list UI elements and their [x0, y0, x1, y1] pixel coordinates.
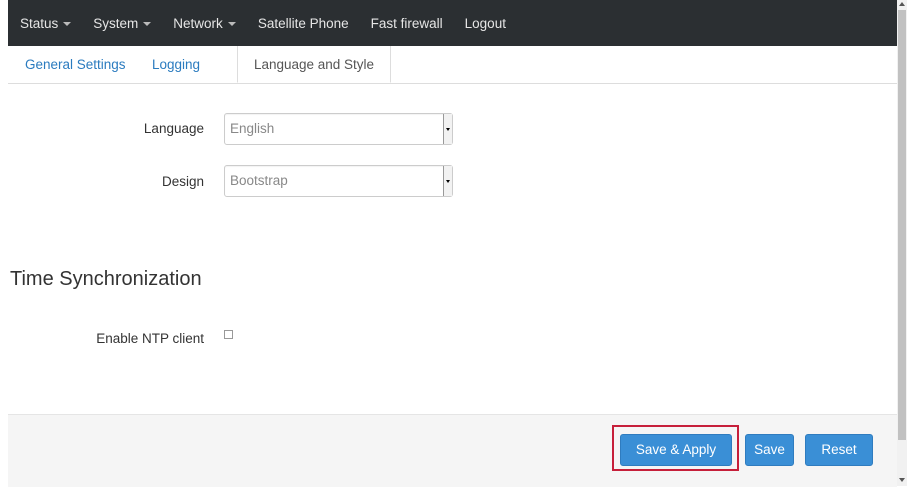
- caret-down-icon: [63, 22, 72, 26]
- save-apply-button[interactable]: Save & Apply: [620, 434, 732, 466]
- save-button[interactable]: Save: [745, 434, 794, 466]
- tab-logging[interactable]: Logging: [152, 46, 200, 83]
- ntp-client-label: Enable NTP client: [96, 331, 204, 346]
- design-select-value: Bootstrap: [230, 173, 288, 188]
- language-select[interactable]: English: [224, 113, 453, 145]
- nav-network[interactable]: Network: [162, 0, 247, 46]
- design-select[interactable]: Bootstrap: [224, 165, 453, 197]
- scroll-down-arrow-icon[interactable]: [899, 478, 905, 482]
- nav-fast-firewall-label: Fast firewall: [370, 15, 443, 31]
- language-select-value: English: [230, 121, 275, 136]
- top-navbar: Status System Network Satellite Phone Fa…: [8, 0, 897, 46]
- select-arrow-icon: [443, 114, 452, 144]
- nav-satellite-phone[interactable]: Satellite Phone: [247, 0, 360, 46]
- settings-tabs: General Settings Logging Language and St…: [8, 46, 897, 84]
- ntp-client-checkbox[interactable]: [224, 330, 233, 339]
- reset-button[interactable]: Reset: [805, 434, 873, 466]
- caret-down-icon: [227, 22, 236, 26]
- page-scrollbar[interactable]: [897, 0, 907, 486]
- nav-satellite-phone-label: Satellite Phone: [257, 15, 349, 31]
- design-label: Design: [161, 174, 204, 189]
- nav-network-label: Network: [173, 15, 223, 31]
- scroll-thumb[interactable]: [898, 10, 906, 440]
- nav-system[interactable]: System: [82, 0, 162, 46]
- caret-down-icon: [143, 22, 152, 26]
- nav-logout[interactable]: Logout: [454, 0, 517, 46]
- scroll-up-arrow-icon[interactable]: [899, 2, 905, 6]
- nav-status-label: Status: [20, 15, 59, 31]
- select-arrow-icon: [443, 166, 452, 196]
- language-label: Language: [143, 121, 204, 136]
- nav-logout-label: Logout: [464, 15, 506, 31]
- nav-system-label: System: [93, 15, 139, 31]
- nav-fast-firewall[interactable]: Fast firewall: [360, 0, 454, 46]
- tab-language-and-style[interactable]: Language and Style: [237, 46, 391, 83]
- time-sync-title: Time Synchronization: [10, 268, 202, 290]
- nav-status[interactable]: Status: [8, 0, 82, 46]
- tab-general-settings[interactable]: General Settings: [25, 46, 126, 83]
